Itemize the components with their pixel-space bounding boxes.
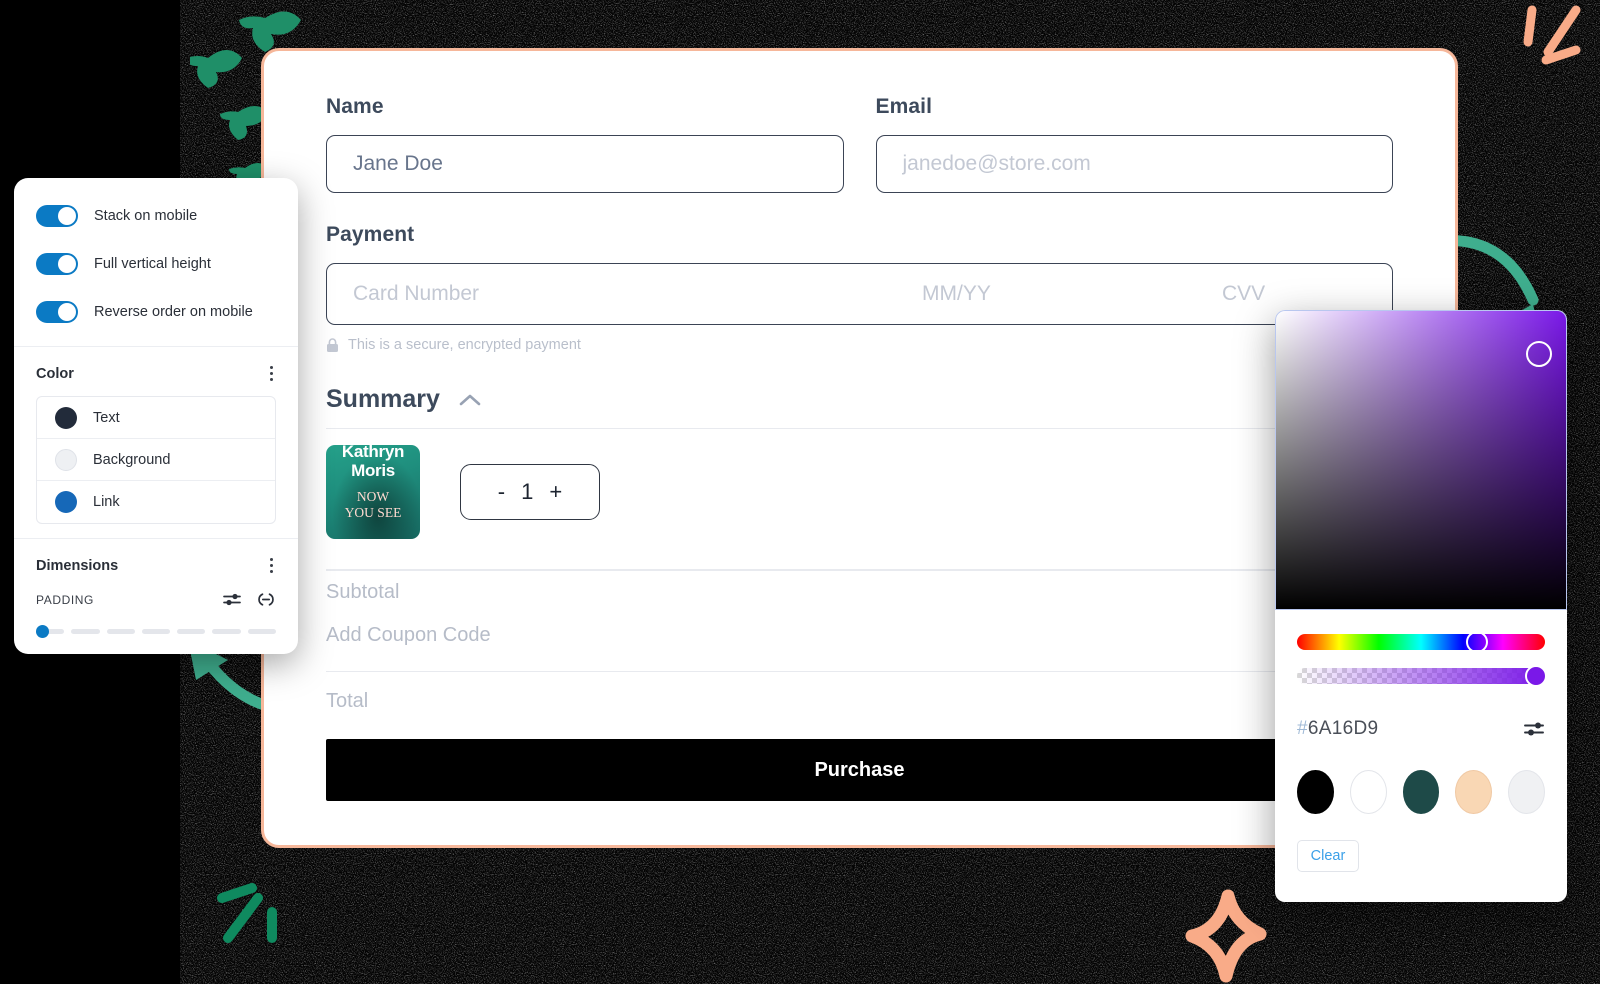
saturation-value-area[interactable] bbox=[1275, 310, 1567, 610]
dimensions-section-header: Dimensions bbox=[14, 539, 298, 588]
preset-swatch-teal[interactable] bbox=[1402, 770, 1440, 814]
preset-swatch-black[interactable] bbox=[1297, 770, 1334, 814]
preset-swatch-white[interactable] bbox=[1349, 770, 1387, 814]
settings-panel: Stack on mobile Full vertical height Rev… bbox=[14, 178, 298, 654]
padding-label: PADDING bbox=[36, 592, 94, 607]
email-label: Email bbox=[875, 95, 933, 118]
color-label-link: Link bbox=[93, 494, 120, 510]
toggle-label-stack-on-mobile: Stack on mobile bbox=[94, 208, 198, 224]
summary-line-item: Kathryn Moris NOW YOU SEE - 1 + bbox=[326, 429, 1393, 555]
add-coupon-code-link[interactable]: Add Coupon Code bbox=[326, 624, 491, 647]
color-section-title: Color bbox=[36, 365, 74, 382]
preset-swatch-peach[interactable] bbox=[1455, 770, 1493, 814]
link-icon[interactable] bbox=[256, 592, 276, 607]
swatch-text-color[interactable] bbox=[55, 406, 77, 429]
padding-header: PADDING bbox=[14, 588, 298, 607]
hue-slider-handle[interactable] bbox=[1465, 631, 1488, 653]
toggle-row-full-vertical-height[interactable]: Full vertical height bbox=[14, 240, 298, 288]
hex-value-input[interactable]: #6A16D9 bbox=[1297, 718, 1378, 740]
saturation-handle[interactable] bbox=[1526, 341, 1552, 367]
color-row-link[interactable]: Link bbox=[37, 481, 275, 523]
name-label: Name bbox=[326, 95, 384, 118]
toggle-label-full-vertical-height: Full vertical height bbox=[94, 256, 211, 272]
toggle-label-reverse-order-on-mobile: Reverse order on mobile bbox=[94, 304, 253, 320]
summary-header: Summary bbox=[326, 385, 1393, 414]
dimensions-section-title: Dimensions bbox=[36, 557, 119, 574]
swatch-background-color[interactable] bbox=[55, 448, 77, 471]
alpha-slider[interactable] bbox=[1297, 665, 1547, 687]
preset-swatch-light-gray[interactable] bbox=[1508, 770, 1545, 814]
color-label-background: Background bbox=[93, 451, 171, 468]
color-row-text[interactable]: Text bbox=[37, 397, 275, 439]
email-field-group: Email janedoe@store.com bbox=[875, 95, 1393, 193]
name-email-row: Name Jane Doe Email janedoe@store.com bbox=[326, 95, 1393, 193]
toggle-reverse-order-on-mobile[interactable] bbox=[36, 301, 78, 323]
name-input-value: Jane Doe bbox=[353, 152, 443, 175]
total-label: Total bbox=[326, 690, 369, 713]
kebab-menu-icon-dimensions[interactable] bbox=[267, 555, 276, 576]
hue-slider[interactable] bbox=[1297, 631, 1545, 653]
toggle-row-reverse-order-on-mobile[interactable]: Reverse order on mobile bbox=[14, 288, 298, 336]
hex-hash-prefix: # bbox=[1297, 718, 1308, 739]
card-number-input[interactable]: Card Number bbox=[327, 282, 922, 306]
sliders-icon[interactable] bbox=[223, 592, 242, 607]
chevron-up-icon[interactable] bbox=[458, 393, 482, 407]
swatch-link-color[interactable] bbox=[55, 491, 77, 513]
payment-label: Payment bbox=[326, 223, 415, 246]
quantity-value: 1 bbox=[521, 479, 534, 505]
padding-slider[interactable] bbox=[36, 625, 276, 638]
color-picker-popover: #6A16D9 Clear bbox=[1275, 310, 1567, 902]
color-section-header: Color bbox=[14, 347, 298, 396]
secure-payment-note: This is a secure, encrypted payment bbox=[326, 337, 1393, 353]
product-artist: Kathryn Moris bbox=[341, 445, 405, 481]
color-row-background[interactable]: Background bbox=[37, 439, 275, 481]
color-list: Text Background Link bbox=[36, 396, 276, 524]
preset-swatch-row bbox=[1297, 770, 1545, 814]
email-input-placeholder: janedoe@store.com bbox=[902, 152, 1091, 175]
summary-title: Summary bbox=[326, 385, 440, 413]
clear-button-label: Clear bbox=[1310, 848, 1346, 864]
purchase-button[interactable]: Purchase bbox=[326, 739, 1393, 802]
lock-icon bbox=[327, 337, 338, 352]
coupon-row[interactable]: Add Coupon Code bbox=[326, 614, 1393, 657]
toggle-list: Stack on mobile Full vertical height Rev… bbox=[14, 178, 298, 346]
hex-input-row: #6A16D9 bbox=[1297, 718, 1545, 740]
alpha-slider-handle[interactable] bbox=[1525, 665, 1547, 687]
color-label-text: Text bbox=[93, 409, 120, 426]
subtotal-row: Subtotal bbox=[326, 571, 1393, 614]
toggle-row-stack-on-mobile[interactable]: Stack on mobile bbox=[14, 192, 298, 240]
kebab-menu-icon[interactable] bbox=[267, 363, 276, 384]
clear-button[interactable]: Clear bbox=[1297, 840, 1359, 872]
sliders-icon-picker[interactable] bbox=[1523, 720, 1545, 738]
card-expiry-input[interactable]: MM/YY bbox=[922, 282, 1222, 306]
product-title-line2: YOU SEE bbox=[344, 505, 402, 521]
hex-value-text: 6A16D9 bbox=[1307, 718, 1379, 739]
name-input[interactable]: Jane Doe bbox=[326, 135, 844, 193]
toggle-full-vertical-height[interactable] bbox=[36, 253, 78, 275]
toggle-stack-on-mobile[interactable] bbox=[36, 205, 78, 227]
card-cvv-input[interactable]: CVV bbox=[1222, 282, 1392, 306]
quantity-stepper[interactable]: - 1 + bbox=[460, 464, 600, 521]
quantity-increment-button[interactable]: + bbox=[549, 479, 562, 505]
subtotal-label: Subtotal bbox=[326, 580, 400, 603]
secure-payment-text: This is a secure, encrypted payment bbox=[348, 337, 581, 353]
quantity-decrement-button[interactable]: - bbox=[498, 479, 505, 505]
product-thumbnail: Kathryn Moris NOW YOU SEE bbox=[326, 445, 420, 540]
name-field-group: Name Jane Doe bbox=[326, 95, 844, 193]
product-title-line1: NOW bbox=[356, 489, 390, 505]
purchase-button-label: Purchase bbox=[814, 758, 905, 781]
payment-input-row[interactable]: Card Number MM/YY CVV bbox=[326, 263, 1393, 325]
total-row: Total bbox=[326, 672, 1393, 725]
payment-field-group: Payment Card Number MM/YY CVV This is a … bbox=[326, 223, 1393, 353]
email-input[interactable]: janedoe@store.com bbox=[875, 135, 1393, 193]
padding-slider-handle[interactable] bbox=[36, 625, 49, 638]
